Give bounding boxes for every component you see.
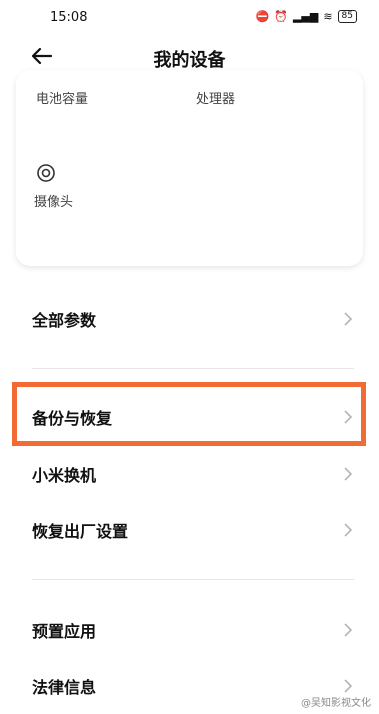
- chevron-right-icon: [344, 312, 353, 326]
- divider: [32, 368, 354, 369]
- chevron-right-icon: [344, 467, 353, 481]
- legal-info-label: 法律信息: [32, 678, 97, 697]
- mi-mover-label: 小米换机: [32, 466, 97, 485]
- all-params-label: 全部参数: [32, 311, 97, 330]
- highlight-box: [12, 382, 366, 446]
- divider: [32, 579, 354, 580]
- battery-capacity-label[interactable]: 电池容量: [36, 88, 88, 107]
- status-icons: ⛔ ⏰ ▂▄▆ ≋ 85: [256, 10, 357, 23]
- wifi-icon: ≋: [323, 10, 333, 23]
- chevron-right-icon: [344, 623, 353, 637]
- preinstalled-apps-row[interactable]: 预置应用: [0, 608, 379, 652]
- camera-icon: [37, 164, 55, 182]
- factory-reset-label: 恢复出厂设置: [32, 522, 129, 541]
- all-params-row[interactable]: 全部参数: [0, 297, 379, 341]
- processor-label[interactable]: 处理器: [196, 88, 235, 107]
- watermark: @吴知影视文化: [301, 698, 371, 709]
- vibrate-off-icon: ⛔: [255, 10, 270, 23]
- mi-mover-row[interactable]: 小米换机: [0, 452, 379, 496]
- page-title: 我的设备: [153, 50, 226, 71]
- chevron-right-icon: [344, 523, 353, 537]
- alarm-icon: ⏰: [274, 10, 288, 23]
- factory-reset-row[interactable]: 恢复出厂设置: [0, 508, 379, 552]
- chevron-right-icon: [344, 679, 353, 693]
- signal-icon: ▂▄▆: [292, 10, 319, 23]
- battery-icon: 85: [337, 10, 357, 23]
- status-time: 15:08: [50, 10, 88, 25]
- camera-label[interactable]: 摄像头: [34, 191, 73, 210]
- preinstalled-apps-label: 预置应用: [32, 622, 97, 641]
